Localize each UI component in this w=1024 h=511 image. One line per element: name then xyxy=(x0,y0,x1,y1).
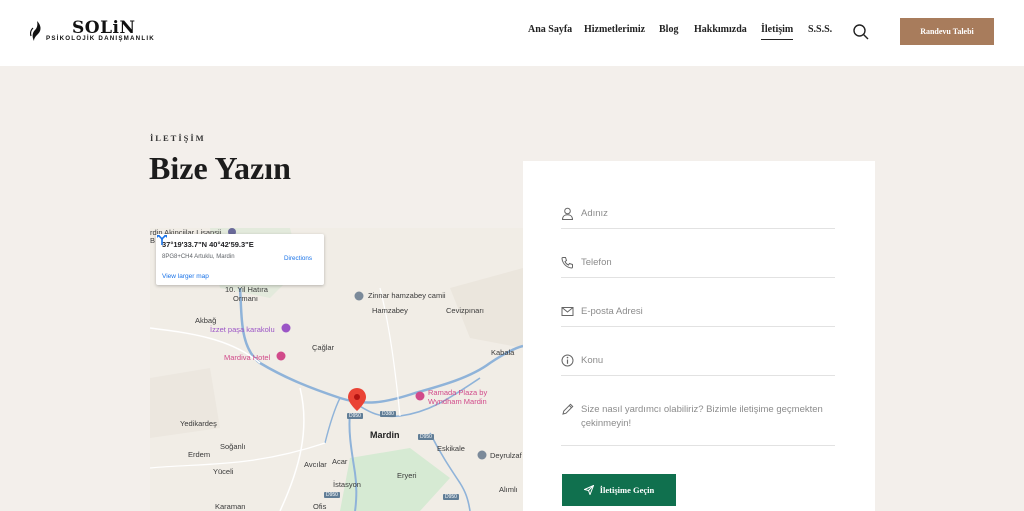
submit-button[interactable]: İletişime Geçin xyxy=(562,474,676,506)
pencil-icon xyxy=(562,403,574,415)
poi-ramada-icon xyxy=(415,391,425,401)
map-label: Eryeri xyxy=(397,471,417,480)
message-placeholder-line2: çekinmeyin! xyxy=(581,418,632,429)
send-icon xyxy=(583,485,594,495)
map-label: Yedikardeş xyxy=(180,419,217,428)
map-label: İstasyon xyxy=(333,480,361,489)
view-larger-map-link[interactable]: View larger map xyxy=(162,273,209,280)
nav-hizmetlerimiz[interactable]: Hizmetlerimiz xyxy=(584,24,645,40)
map-label: Mardin xyxy=(370,430,400,440)
map-label: Ofis xyxy=(313,502,327,511)
map-label: Yüceli xyxy=(213,467,234,476)
map-label: İzzet paşa karakolu xyxy=(210,325,275,334)
poi-mosque-icon xyxy=(354,291,364,301)
phone-placeholder: Telefon xyxy=(581,257,612,268)
map-plus-code: 8PG8+CH4 Artuklu, Mardin xyxy=(162,254,235,260)
brand-logo[interactable]: SOLiN PSİKOLOJİK DANIŞMANLIK xyxy=(30,18,170,46)
phone-field[interactable]: Telefon xyxy=(561,255,835,278)
submit-label: İletişime Geçin xyxy=(599,485,655,495)
map-label: Cevizpınarı xyxy=(446,306,484,315)
road-badge: D950 xyxy=(347,413,363,419)
map-label: Kabala xyxy=(491,348,515,357)
map-label: Alımlı xyxy=(499,485,518,494)
name-placeholder: Adınız xyxy=(581,208,608,219)
email-placeholder: E-posta Adresi xyxy=(581,306,643,317)
section-eyebrow: İLETİŞİM xyxy=(150,133,206,143)
map-label: Acar xyxy=(332,457,348,466)
subject-placeholder: Konu xyxy=(581,355,604,366)
road-badge: D380 xyxy=(380,411,396,417)
leaf-logo-icon xyxy=(30,21,41,41)
map-label: Wyndham Mardin xyxy=(428,397,487,406)
map-label: Avcılar xyxy=(304,460,327,469)
map-label: Deyrulzaf xyxy=(490,451,522,460)
map-label: Hamzabey xyxy=(372,306,408,315)
subject-field[interactable]: Konu xyxy=(561,353,835,376)
poi-monastery-icon xyxy=(477,450,487,460)
map-label: Mardiva Hotel xyxy=(224,353,271,362)
poi-hotel-icon xyxy=(276,351,286,361)
name-field[interactable]: Adınız xyxy=(561,206,835,229)
directions-icon[interactable] xyxy=(156,234,168,246)
page-title: Bize Yazın xyxy=(149,150,291,186)
envelope-icon xyxy=(561,307,574,316)
directions-link[interactable]: Directions xyxy=(284,255,312,262)
user-icon xyxy=(561,207,574,220)
map-label: Zinnar hamzabey camii xyxy=(368,291,446,300)
road-badge: D950 xyxy=(443,494,459,500)
map-label: 10. Yil Hatıra xyxy=(225,285,268,294)
nav-hakkimizda[interactable]: Hakkımızda xyxy=(694,24,747,40)
map-embed[interactable]: rdin Akinciilar Lisansii B 10. Yil Hatır… xyxy=(150,228,523,511)
road-badge: D950 xyxy=(418,434,434,440)
nav-iletisim[interactable]: İletişim xyxy=(761,24,794,40)
map-label: Karaman xyxy=(215,502,246,511)
map-label: Erdem xyxy=(188,450,211,459)
map-coordinates: 37°19'33.7"N 40°42'59.3"E xyxy=(162,240,254,249)
map-label: B xyxy=(150,236,156,245)
appointment-button[interactable]: Randevu Talebi xyxy=(900,18,994,45)
map-label: Çağlar xyxy=(312,343,335,352)
map-label: Ormanı xyxy=(233,294,259,303)
message-placeholder-line1: Size nasıl yardımcı olabiliriz? Bizimle … xyxy=(581,404,823,415)
brand-subtitle: PSİKOLOJİK DANIŞMANLIK xyxy=(46,35,155,42)
poi-police-icon xyxy=(281,323,291,333)
message-field[interactable]: Size nasıl yardımcı olabiliriz? Bizimle … xyxy=(561,401,835,446)
map-info-card: 37°19'33.7"N 40°42'59.3"E 8PG8+CH4 Artuk… xyxy=(156,234,324,285)
map-label: Ramada Plaza by xyxy=(428,388,488,397)
nav-blog[interactable]: Blog xyxy=(659,24,678,40)
search-icon[interactable] xyxy=(852,23,870,41)
contact-form: Adınız Telefon E-posta Adresi Konu Size … xyxy=(523,161,875,511)
email-field[interactable]: E-posta Adresi xyxy=(561,304,835,327)
map-label: Eskikale xyxy=(437,444,465,453)
site-header: SOLiN PSİKOLOJİK DANIŞMANLIK Ana Sayfa H… xyxy=(0,0,1024,66)
nav-sss[interactable]: S.S.S. xyxy=(808,24,832,40)
phone-icon xyxy=(561,257,573,269)
info-icon xyxy=(561,354,574,367)
road-badge: D950 xyxy=(324,492,340,498)
map-label: Akbağ xyxy=(195,316,217,325)
map-label: Soğanlı xyxy=(220,442,246,451)
nav-ana-sayfa[interactable]: Ana Sayfa xyxy=(528,24,572,40)
